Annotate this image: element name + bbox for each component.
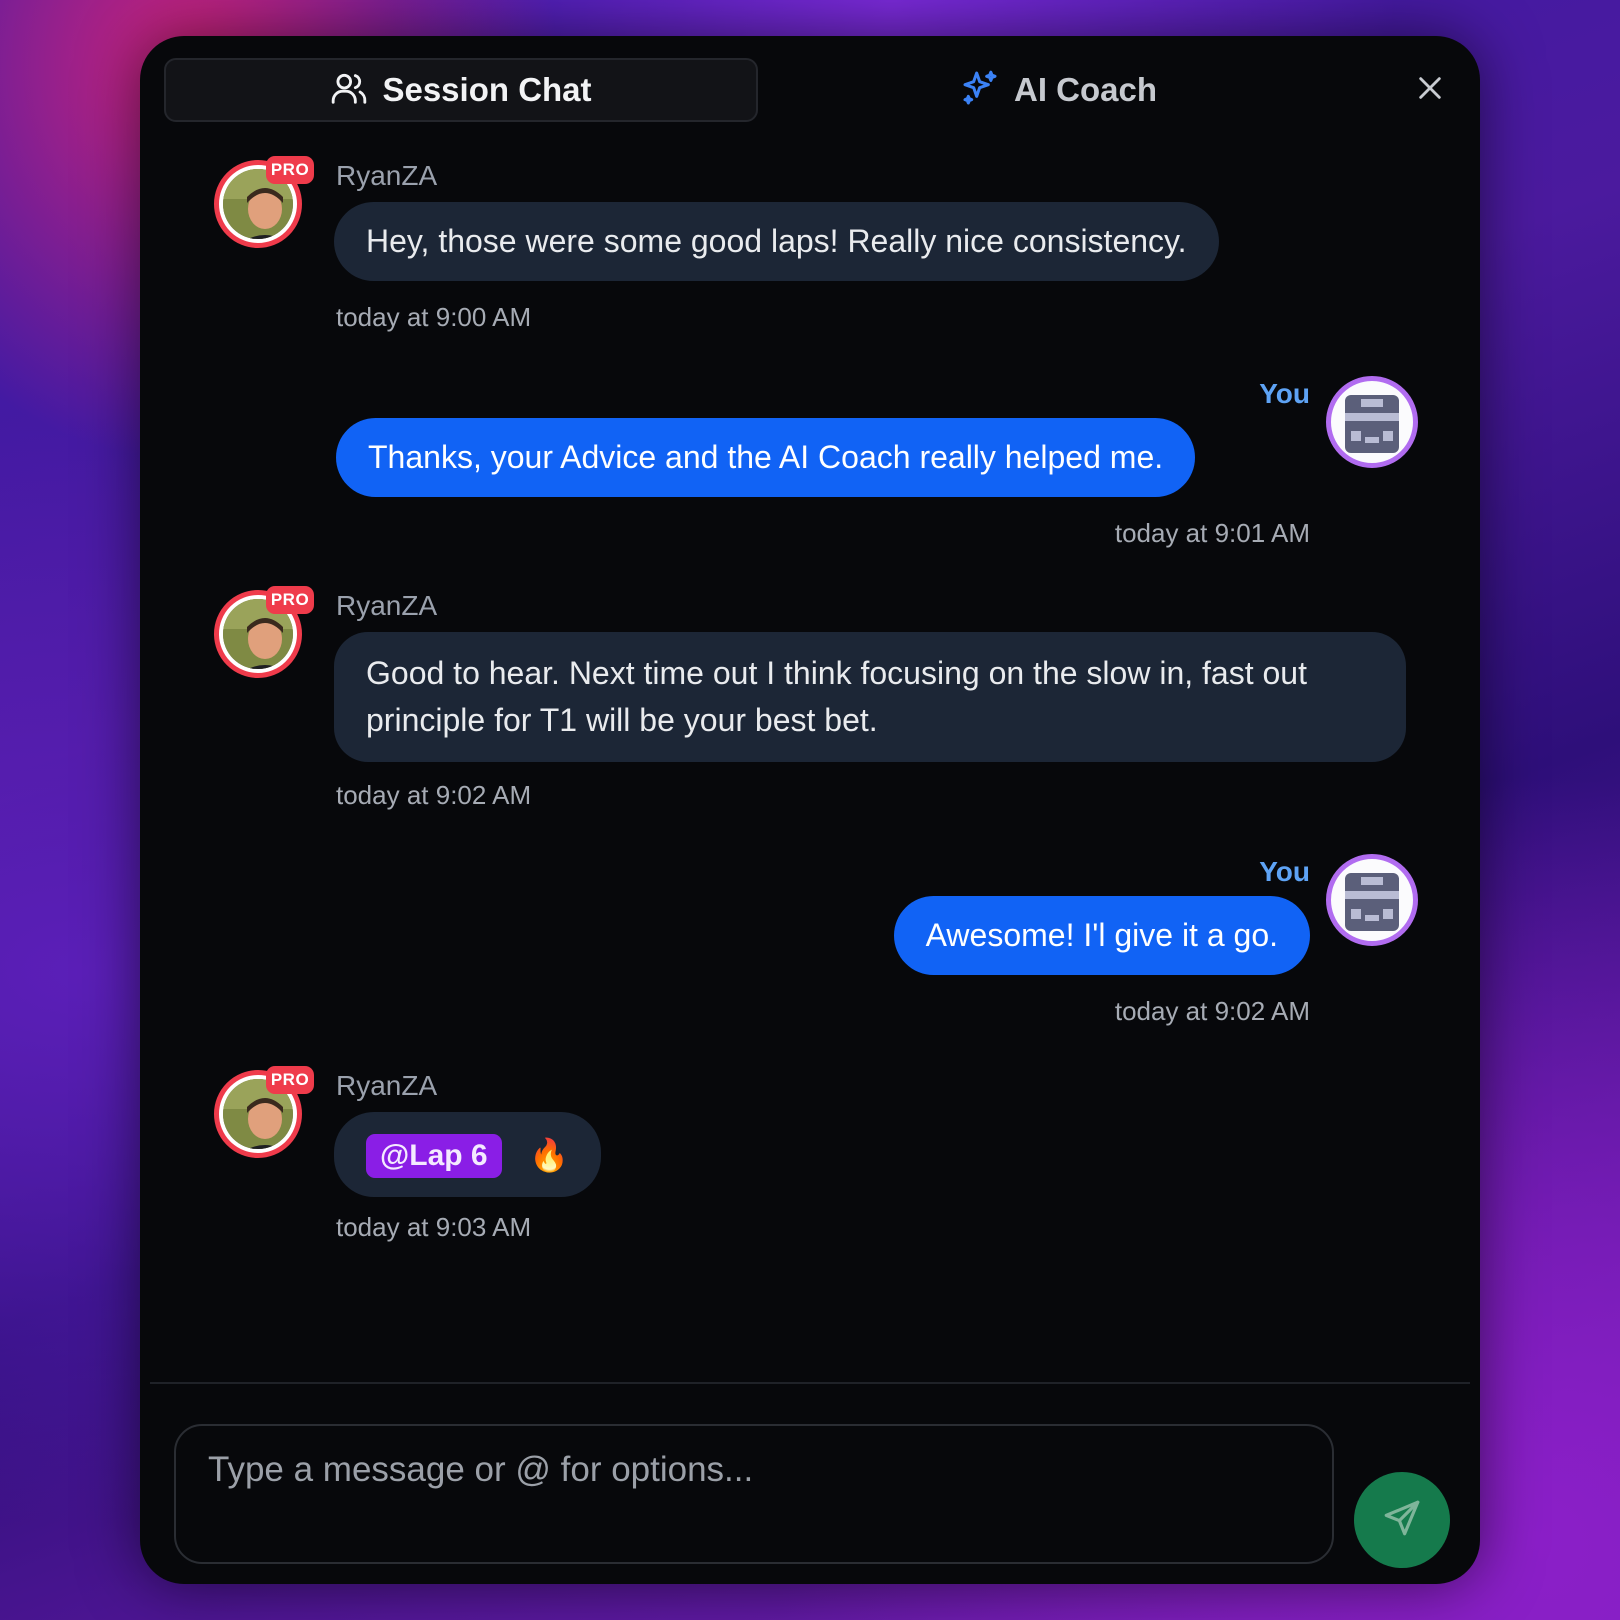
message-bubble: Thanks, your Advice and the AI Coach rea…	[336, 418, 1196, 497]
message-timestamp: today at 9:02 AM	[1114, 996, 1310, 1026]
users-icon	[330, 69, 368, 112]
message-input-container	[174, 1424, 1334, 1564]
chat-panel: Session Chat AI Coach PRO RyanZA Hey, th…	[140, 36, 1480, 1584]
message-sender: You	[1259, 856, 1310, 887]
lap-mention-tag[interactable]: @Lap 6	[366, 1133, 502, 1178]
tab-ai-coach[interactable]: AI Coach	[960, 58, 1200, 122]
avatar[interactable]	[1326, 376, 1418, 468]
pixel-avatar-icon	[1345, 873, 1399, 931]
fire-emoji: 🔥	[529, 1137, 570, 1174]
message-bubble: Good to hear. Next time out I think focu…	[334, 632, 1406, 762]
message-timestamp: today at 9:02 AM	[336, 780, 532, 810]
composer-divider	[150, 1382, 1470, 1384]
tab-session-chat[interactable]: Session Chat	[164, 58, 758, 122]
tab-session-chat-label: Session Chat	[382, 71, 592, 108]
message-bubble: @Lap 6 🔥	[334, 1112, 602, 1198]
pro-badge: PRO	[266, 156, 314, 184]
pro-badge: PRO	[266, 1066, 314, 1094]
close-button[interactable]	[1410, 70, 1450, 110]
message-timestamp: today at 9:00 AM	[336, 302, 532, 332]
message-sender: RyanZA	[336, 1070, 438, 1101]
close-icon	[1416, 74, 1444, 107]
tab-ai-coach-label: AI Coach	[1014, 71, 1158, 108]
message-bubble: Awesome! I'l give it a go.	[893, 896, 1310, 975]
message-input[interactable]	[206, 1448, 1306, 1544]
send-icon	[1381, 1497, 1423, 1544]
message-bubble: Hey, those were some good laps! Really n…	[334, 202, 1219, 281]
sparkles-icon	[960, 68, 1000, 113]
avatar[interactable]	[1326, 854, 1418, 946]
message-sender: RyanZA	[336, 160, 438, 191]
message-sender: RyanZA	[336, 590, 438, 621]
message-sender: You	[1259, 378, 1310, 409]
message-timestamp: today at 9:01 AM	[1114, 518, 1310, 548]
message-timestamp: today at 9:03 AM	[336, 1212, 532, 1242]
pro-badge: PRO	[266, 586, 314, 614]
pixel-avatar-icon	[1345, 395, 1399, 453]
send-button[interactable]	[1354, 1472, 1450, 1568]
